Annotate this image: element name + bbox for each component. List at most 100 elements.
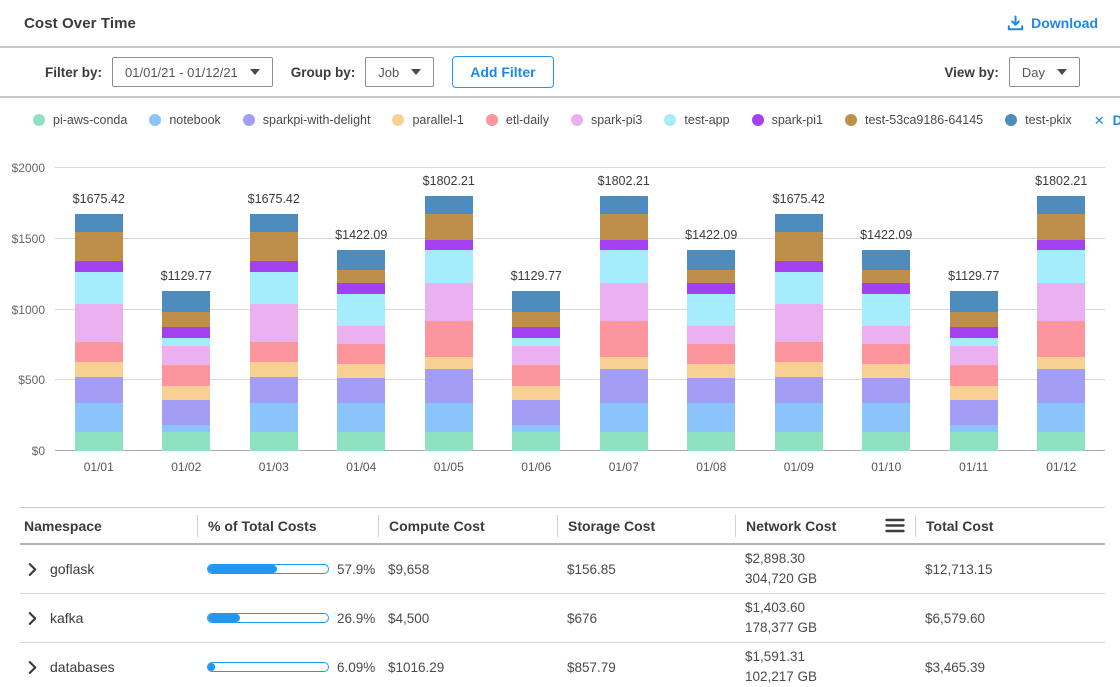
bar-segment-sparkpi-with-delight[interactable]: [687, 378, 735, 403]
bar-segment-test-pkix[interactable]: [687, 250, 735, 271]
column-header-total-cost[interactable]: Total Cost: [915, 515, 1105, 537]
bar-segment-parallel-1[interactable]: [512, 386, 560, 401]
bar-segment-sparkpi-with-delight[interactable]: [337, 378, 385, 403]
column-header-namespace[interactable]: Namespace: [20, 515, 197, 537]
bar-01-07[interactable]: $1802.2101/07: [600, 168, 648, 451]
bar-segment-notebook[interactable]: [512, 425, 560, 432]
bar-segment-etl-daily[interactable]: [1037, 321, 1085, 357]
download-button[interactable]: Download: [1007, 15, 1098, 31]
bar-segment-test-pkix[interactable]: [337, 250, 385, 271]
bar-01-12[interactable]: $1802.2101/12: [1037, 168, 1085, 451]
bar-segment-test-pkix[interactable]: [425, 196, 473, 214]
bar-segment-notebook[interactable]: [600, 403, 648, 432]
bar-segment-notebook[interactable]: [162, 425, 210, 432]
add-filter-button[interactable]: Add Filter: [452, 56, 553, 88]
bar-segment-etl-daily[interactable]: [250, 342, 298, 363]
bar-segment-test-53ca9186-64145[interactable]: [425, 214, 473, 239]
bar-segment-pi-aws-conda[interactable]: [1037, 432, 1085, 451]
bar-segment-test-53ca9186-64145[interactable]: [950, 312, 998, 327]
bar-segment-test-app[interactable]: [687, 294, 735, 327]
bar-segment-etl-daily[interactable]: [862, 344, 910, 364]
bar-segment-spark-pi1[interactable]: [425, 240, 473, 250]
legend-item-notebook[interactable]: notebook: [149, 113, 220, 127]
bar-segment-test-53ca9186-64145[interactable]: [600, 214, 648, 239]
group-by-select[interactable]: Job: [365, 57, 434, 87]
bar-segment-etl-daily[interactable]: [950, 365, 998, 386]
bar-segment-test-app[interactable]: [250, 272, 298, 304]
bar-segment-sparkpi-with-delight[interactable]: [862, 378, 910, 403]
bar-segment-spark-pi3[interactable]: [512, 346, 560, 365]
bar-segment-etl-daily[interactable]: [600, 321, 648, 357]
bar-segment-pi-aws-conda[interactable]: [162, 432, 210, 451]
bar-segment-spark-pi3[interactable]: [775, 304, 823, 341]
bar-segment-spark-pi3[interactable]: [250, 304, 298, 341]
bar-segment-spark-pi1[interactable]: [775, 261, 823, 271]
bar-segment-spark-pi3[interactable]: [425, 283, 473, 321]
table-row-goflask[interactable]: goflask57.9%$9,658$156.85$2,898.30304,72…: [20, 545, 1105, 594]
bar-segment-test-53ca9186-64145[interactable]: [250, 232, 298, 261]
bar-segment-pi-aws-conda[interactable]: [687, 432, 735, 451]
bar-segment-spark-pi3[interactable]: [162, 346, 210, 365]
view-by-select[interactable]: Day: [1009, 57, 1080, 87]
bar-segment-notebook[interactable]: [687, 403, 735, 432]
column-header-network-cost[interactable]: Network Cost: [735, 515, 915, 537]
bar-segment-notebook[interactable]: [950, 425, 998, 432]
bar-segment-test-app[interactable]: [75, 272, 123, 304]
bar-segment-test-app[interactable]: [425, 250, 473, 283]
bar-segment-parallel-1[interactable]: [1037, 357, 1085, 369]
bar-segment-test-pkix[interactable]: [512, 291, 560, 312]
deselect-all-button[interactable]: ✕ Deselect All: [1094, 113, 1120, 128]
bar-segment-parallel-1[interactable]: [337, 364, 385, 379]
bar-segment-test-pkix[interactable]: [75, 214, 123, 232]
bar-01-09[interactable]: $1675.4201/09: [775, 168, 823, 451]
legend-item-sparkpi-with-delight[interactable]: sparkpi-with-delight: [243, 113, 371, 127]
bar-segment-sparkpi-with-delight[interactable]: [1037, 369, 1085, 403]
expand-row-chevron-icon[interactable]: [28, 563, 37, 576]
bar-segment-test-53ca9186-64145[interactable]: [337, 270, 385, 283]
bar-segment-test-app[interactable]: [162, 338, 210, 346]
bar-segment-spark-pi1[interactable]: [687, 283, 735, 293]
bar-segment-parallel-1[interactable]: [75, 362, 123, 377]
bar-segment-spark-pi3[interactable]: [687, 326, 735, 344]
bar-segment-test-53ca9186-64145[interactable]: [75, 232, 123, 261]
bar-segment-notebook[interactable]: [250, 403, 298, 432]
bar-segment-test-app[interactable]: [775, 272, 823, 304]
bar-segment-etl-daily[interactable]: [162, 365, 210, 386]
bar-segment-etl-daily[interactable]: [775, 342, 823, 363]
expand-row-chevron-icon[interactable]: [28, 661, 37, 674]
bar-segment-test-pkix[interactable]: [600, 196, 648, 214]
column-header-percent-of-total-costs[interactable]: % of Total Costs: [197, 515, 378, 537]
bar-segment-test-app[interactable]: [862, 294, 910, 327]
bar-segment-spark-pi1[interactable]: [75, 261, 123, 271]
bar-segment-test-pkix[interactable]: [162, 291, 210, 312]
bar-01-02[interactable]: $1129.7701/02: [162, 168, 210, 451]
bar-segment-sparkpi-with-delight[interactable]: [425, 369, 473, 403]
bar-segment-spark-pi1[interactable]: [162, 327, 210, 337]
table-options-menu-icon[interactable]: [885, 518, 905, 533]
bar-segment-sparkpi-with-delight[interactable]: [250, 377, 298, 403]
bar-segment-parallel-1[interactable]: [687, 364, 735, 379]
bar-segment-pi-aws-conda[interactable]: [950, 432, 998, 451]
bar-segment-spark-pi3[interactable]: [862, 326, 910, 344]
bar-segment-test-53ca9186-64145[interactable]: [862, 270, 910, 283]
bar-segment-spark-pi1[interactable]: [337, 283, 385, 293]
bar-segment-parallel-1[interactable]: [862, 364, 910, 379]
bar-segment-test-app[interactable]: [600, 250, 648, 283]
bar-01-01[interactable]: $1675.4201/01: [75, 168, 123, 451]
bar-segment-etl-daily[interactable]: [75, 342, 123, 363]
bar-segment-spark-pi3[interactable]: [600, 283, 648, 321]
bar-segment-sparkpi-with-delight[interactable]: [162, 400, 210, 425]
bar-segment-parallel-1[interactable]: [425, 357, 473, 369]
bar-segment-test-app[interactable]: [950, 338, 998, 346]
bar-segment-parallel-1[interactable]: [950, 386, 998, 401]
bar-segment-spark-pi1[interactable]: [512, 327, 560, 337]
bar-segment-sparkpi-with-delight[interactable]: [775, 377, 823, 403]
bar-segment-test-app[interactable]: [1037, 250, 1085, 283]
bar-segment-pi-aws-conda[interactable]: [250, 432, 298, 451]
legend-item-spark-pi3[interactable]: spark-pi3: [571, 113, 642, 127]
bar-segment-sparkpi-with-delight[interactable]: [75, 377, 123, 403]
bar-segment-test-pkix[interactable]: [1037, 196, 1085, 214]
bar-segment-parallel-1[interactable]: [775, 362, 823, 377]
bar-segment-pi-aws-conda[interactable]: [337, 432, 385, 451]
bar-segment-notebook[interactable]: [775, 403, 823, 432]
